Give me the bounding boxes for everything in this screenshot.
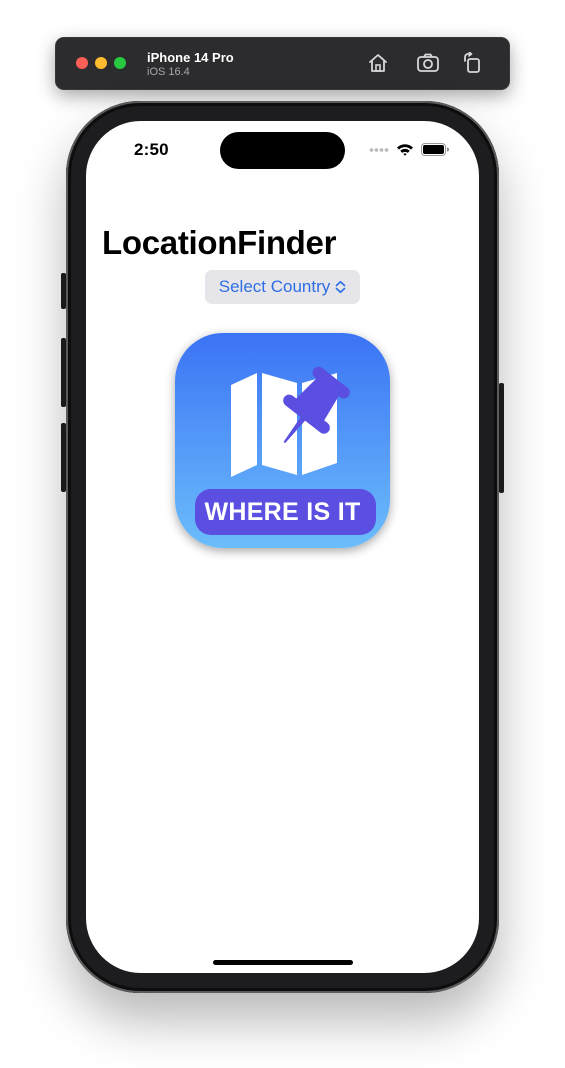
simulator-window: iPhone 14 Pro iOS 16.4 2:50 LocationFind… <box>0 0 565 1068</box>
logo-banner-text: WHERE IS IT <box>204 498 361 526</box>
dynamic-island <box>220 132 345 169</box>
home-icon <box>369 54 387 72</box>
os-version: iOS 16.4 <box>147 66 190 78</box>
home-button[interactable] <box>366 51 390 75</box>
rotate-button[interactable] <box>460 51 484 75</box>
country-picker[interactable]: Select Country <box>205 270 360 304</box>
phone-screen: 2:50 LocationFinder Select Country WHERE… <box>86 121 479 973</box>
status-time: 2:50 <box>134 140 169 159</box>
rotate-icon <box>464 52 480 73</box>
chevron-up-down-icon <box>335 280 346 294</box>
battery-icon <box>421 143 449 156</box>
close-window-button[interactable] <box>76 57 88 69</box>
wifi-icon <box>397 144 413 156</box>
cellular-dots-icon <box>369 147 389 152</box>
status-icons <box>369 143 449 156</box>
country-picker-label: Select Country <box>218 277 331 296</box>
app-logo: WHERE IS IT <box>175 333 390 548</box>
page-title: LocationFinder <box>102 224 337 261</box>
screenshot-button[interactable] <box>416 51 440 75</box>
home-indicator[interactable] <box>213 960 353 965</box>
screenshot-icon <box>417 53 439 72</box>
minimize-window-button[interactable] <box>95 57 107 69</box>
power-button <box>499 383 504 493</box>
simulator-toolbar: iPhone 14 Pro iOS 16.4 <box>55 37 510 90</box>
zoom-window-button[interactable] <box>114 57 126 69</box>
device-name: iPhone 14 Pro <box>147 50 234 65</box>
